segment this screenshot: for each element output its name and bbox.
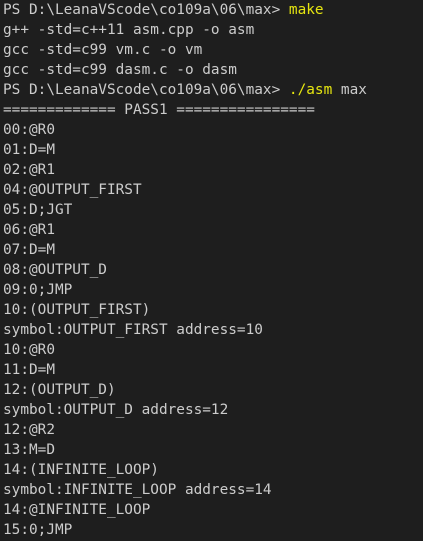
output-line: 09:0;JMP <box>3 282 73 298</box>
prompt-text: PS D:\LeanaVScode\co109a\06\max> <box>3 2 289 18</box>
output-line: gcc -std=c99 vm.c -o vm <box>3 42 203 58</box>
output-line: 02:@R1 <box>3 162 55 178</box>
output-line: 01:D=M <box>3 142 55 158</box>
output-line: gcc -std=c99 dasm.c -o dasm <box>3 62 237 78</box>
output-line: 07:D=M <box>3 242 55 258</box>
output-line: 00:@R0 <box>3 122 55 138</box>
output-line: 08:@OUTPUT_D <box>3 262 107 278</box>
output-line: 12:@R2 <box>3 422 55 438</box>
output-line: 05:D;JGT <box>3 202 73 218</box>
command-text: make <box>288 2 324 18</box>
output-line: 10:@R0 <box>3 342 55 358</box>
output-line: 14:@INFINITE_LOOP <box>3 502 151 518</box>
prompt-line: PS D:\LeanaVScode\co109a\06\max> make <box>3 0 423 20</box>
output-line: 13:M=D <box>3 442 55 458</box>
output-line: 06:@R1 <box>3 222 55 238</box>
output-line: symbol:OUTPUT_FIRST address=10 <box>3 322 263 338</box>
command-text: ./asm <box>288 82 333 98</box>
prompt-text: PS D:\LeanaVScode\co109a\06\max> <box>3 82 289 98</box>
prompt-line: PS D:\LeanaVScode\co109a\06\max> ./asm m… <box>3 80 423 100</box>
output-line: 10:(OUTPUT_FIRST) <box>3 302 151 318</box>
output-line: ============= PASS1 ================ <box>3 102 315 118</box>
output-line: 04:@OUTPUT_FIRST <box>3 182 142 198</box>
output-line: symbol:OUTPUT_D address=12 <box>3 402 229 418</box>
output-line: symbol:INFINITE_LOOP address=14 <box>3 482 272 498</box>
output-line: g++ -std=c++11 asm.cpp -o asm <box>3 22 255 38</box>
output-line: 15:0;JMP <box>3 522 73 538</box>
output-line: 11:D=M <box>3 362 55 378</box>
output-line: 12:(OUTPUT_D) <box>3 382 116 398</box>
output-line: 14:(INFINITE_LOOP) <box>3 462 159 478</box>
command-args: max <box>332 82 367 98</box>
terminal-output[interactable]: PS D:\LeanaVScode\co109a\06\max> make g+… <box>0 0 423 541</box>
